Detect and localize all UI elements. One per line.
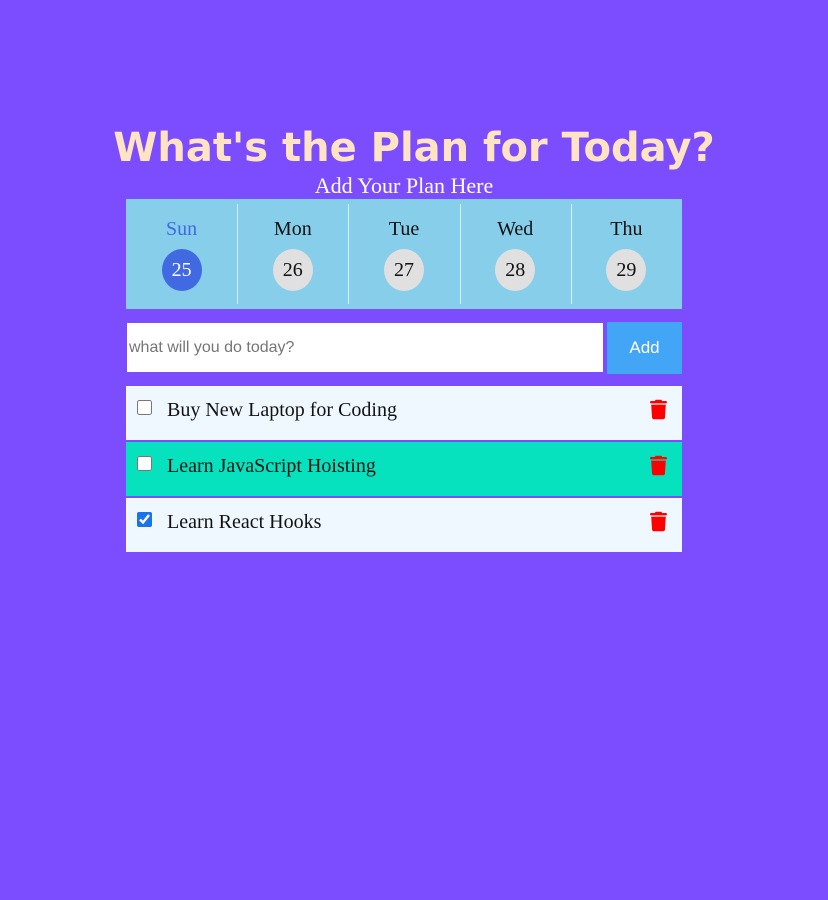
todo-checkbox[interactable] bbox=[137, 512, 152, 527]
day-name: Mon bbox=[273, 218, 312, 240]
todo-app: What's the Plan for Today? Add Your Plan… bbox=[0, 0, 828, 900]
todo-text: Learn JavaScript Hoisting bbox=[167, 455, 376, 477]
trash-icon[interactable] bbox=[650, 455, 667, 476]
day-date: 29 bbox=[606, 249, 647, 291]
day-thu[interactable]: Thu 29 bbox=[570, 199, 682, 309]
trash-icon[interactable] bbox=[650, 399, 667, 420]
todo-checkbox[interactable] bbox=[137, 456, 152, 471]
add-button[interactable]: Add bbox=[607, 322, 682, 374]
task-input[interactable] bbox=[126, 322, 604, 374]
todo-checkbox[interactable] bbox=[137, 400, 152, 415]
day-date: 25 bbox=[161, 249, 202, 291]
add-task-form: Add bbox=[126, 322, 682, 374]
day-name: Wed bbox=[497, 218, 534, 240]
todo-list: Buy New Laptop for Coding Learn JavaScri… bbox=[126, 386, 682, 554]
day-wed[interactable]: Wed 28 bbox=[459, 199, 571, 309]
day-mon[interactable]: Mon 26 bbox=[237, 199, 348, 309]
day-name: Sun bbox=[166, 218, 198, 240]
day-selector: Sun 25 Mon 26 Tue 27 Wed 28 Thu 29 bbox=[126, 199, 682, 309]
day-tue[interactable]: Tue 27 bbox=[348, 199, 459, 309]
page-title: What's the Plan for Today? bbox=[113, 125, 715, 171]
day-date: 27 bbox=[384, 249, 424, 291]
day-date: 26 bbox=[272, 249, 313, 291]
day-name: Thu bbox=[610, 218, 643, 240]
todo-item: Buy New Laptop for Coding bbox=[126, 386, 682, 442]
todo-item: Learn React Hooks bbox=[126, 498, 682, 554]
day-name: Tue bbox=[388, 218, 420, 240]
todo-text: Learn React Hooks bbox=[167, 511, 322, 533]
todo-text: Buy New Laptop for Coding bbox=[167, 399, 397, 421]
day-date: 28 bbox=[495, 249, 536, 291]
todo-item: Learn JavaScript Hoisting bbox=[126, 442, 682, 498]
day-sun[interactable]: Sun 25 bbox=[126, 199, 237, 309]
trash-icon[interactable] bbox=[650, 511, 667, 532]
page-subtitle: Add Your Plan Here bbox=[314, 173, 494, 198]
